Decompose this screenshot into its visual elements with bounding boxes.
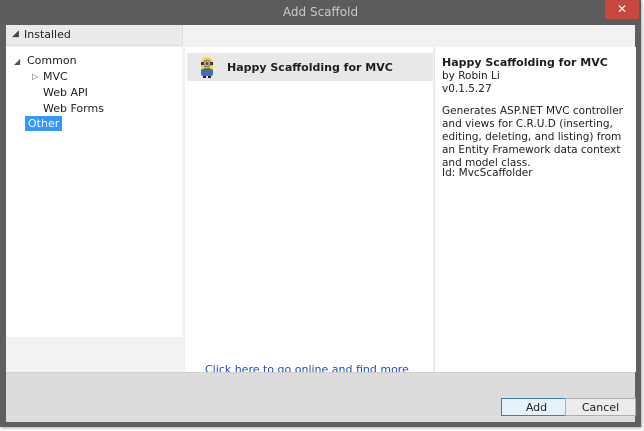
minion-icon — [201, 57, 213, 78]
details-id: Id: MvcScaffolder — [442, 167, 533, 179]
dialog-window: Add Scaffold ✕ ◢ Installed ◢ Common ▷ MV… — [0, 0, 641, 427]
tree-item-web-api[interactable]: Web API — [43, 86, 88, 99]
installed-header[interactable]: ◢ Installed — [6, 25, 182, 46]
dialog-content: ◢ Installed ◢ Common ▷ MVC Web API Web F… — [6, 25, 636, 422]
details-title: Happy Scaffolding for MVC — [442, 56, 608, 69]
window-title: Add Scaffold — [282, 5, 359, 19]
tree-item-common[interactable]: Common — [27, 54, 77, 67]
tree-item-other[interactable]: Other — [25, 116, 63, 131]
tree-item-web-forms[interactable]: Web Forms — [43, 102, 104, 115]
button-bar: Add Cancel — [6, 372, 636, 422]
category-tree: ◢ Common ▷ MVC Web API Web Forms Other — [6, 47, 182, 337]
title-bar[interactable]: Add Scaffold ✕ — [0, 0, 641, 25]
top-strip — [183, 25, 635, 45]
details-description: Generates ASP.NET MVC controller and vie… — [442, 105, 623, 169]
cancel-button[interactable]: Cancel — [565, 398, 636, 416]
details-panel: Happy Scaffolding for MVC by Robin Li v0… — [434, 47, 636, 372]
details-version: v0.1.5.27 — [442, 83, 492, 95]
installed-label: Installed — [24, 28, 71, 41]
list-item[interactable]: Happy Scaffolding for MVC — [187, 53, 433, 81]
close-icon: ✕ — [616, 2, 628, 16]
add-button[interactable]: Add — [501, 398, 572, 416]
details-author: by Robin Li — [442, 70, 500, 82]
tree-item-mvc[interactable]: MVC — [43, 70, 68, 83]
scaffold-list: Happy Scaffolding for MVC Click here to … — [185, 47, 433, 389]
collapse-triangle-icon[interactable]: ▷ — [32, 72, 38, 81]
expand-triangle-icon[interactable]: ◢ — [14, 57, 20, 66]
close-button[interactable]: ✕ — [605, 0, 639, 19]
expand-triangle-icon: ◢ — [12, 29, 19, 39]
list-item-label: Happy Scaffolding for MVC — [227, 61, 393, 74]
